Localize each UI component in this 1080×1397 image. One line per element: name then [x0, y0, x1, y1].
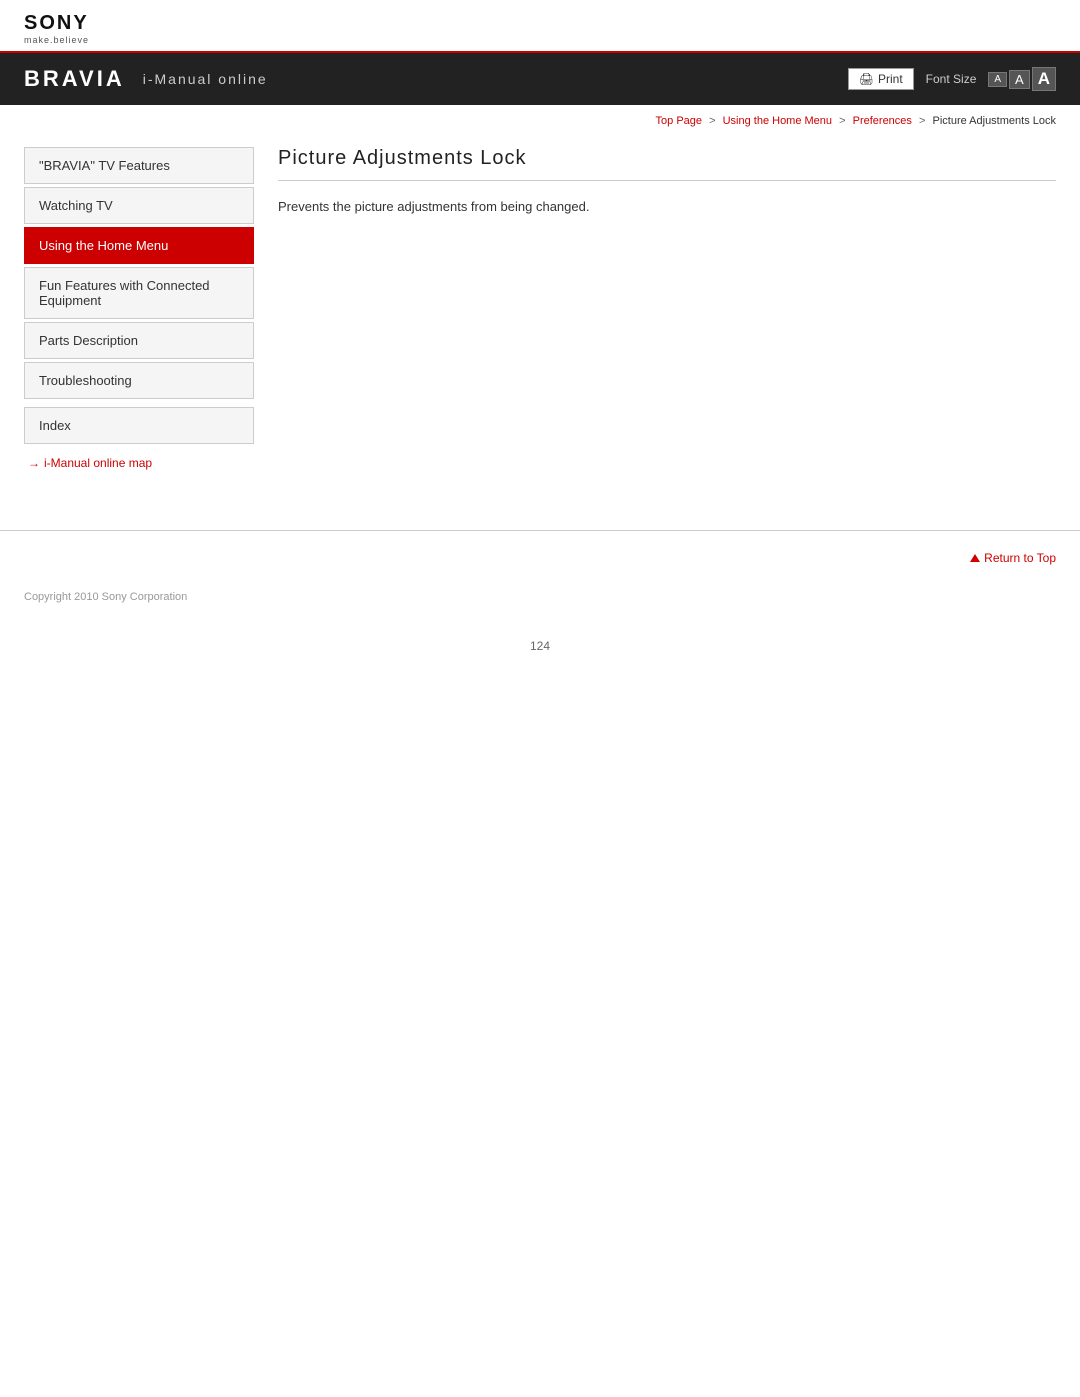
main-layout: "BRAVIA" TV Features Watching TV Using t…: [0, 137, 1080, 470]
content-area: Picture Adjustments Lock Prevents the pi…: [278, 137, 1056, 470]
font-medium-button[interactable]: A: [1009, 70, 1030, 89]
breadcrumb-top-page[interactable]: Top Page: [656, 115, 702, 127]
page-number: 124: [0, 619, 1080, 673]
header-subtitle: i-Manual online: [143, 71, 268, 87]
sidebar-item-troubleshooting[interactable]: Troubleshooting: [24, 362, 254, 399]
imanual-map-link[interactable]: i-Manual online map: [44, 456, 152, 470]
sidebar-item-parts-description[interactable]: Parts Description: [24, 322, 254, 359]
arrow-icon: →: [28, 456, 40, 470]
font-size-controls: A A A: [988, 67, 1056, 91]
font-size-label: Font Size: [926, 72, 977, 86]
triangle-up-icon: [970, 554, 980, 562]
print-label: Print: [878, 72, 903, 86]
sidebar-item-watching-tv[interactable]: Watching TV: [24, 187, 254, 224]
return-to-top-label: Return to Top: [984, 551, 1056, 565]
header-controls: 🖨 Print Font Size A A A: [848, 67, 1056, 91]
bravia-logo: BRAVIA: [24, 66, 125, 92]
font-large-button[interactable]: A: [1032, 67, 1056, 91]
sidebar-item-index[interactable]: Index: [24, 407, 254, 444]
sony-logo: SONY: [24, 12, 1056, 35]
return-to-top-link[interactable]: Return to Top: [970, 551, 1056, 565]
breadcrumb-preferences[interactable]: Preferences: [853, 115, 912, 127]
return-to-top-area: Return to Top: [0, 530, 1080, 575]
sidebar-map-link-area: → i-Manual online map: [24, 456, 254, 470]
footer: Copyright 2010 Sony Corporation: [0, 575, 1080, 619]
sony-logo-area: SONY make.believe: [0, 0, 1080, 53]
breadcrumb-current: Picture Adjustments Lock: [932, 115, 1056, 127]
print-icon: 🖨: [859, 72, 874, 86]
print-button[interactable]: 🖨 Print: [848, 68, 914, 90]
sony-tagline: make.believe: [24, 35, 1056, 45]
sidebar: "BRAVIA" TV Features Watching TV Using t…: [24, 147, 254, 470]
breadcrumb: Top Page > Using the Home Menu > Prefere…: [0, 105, 1080, 137]
sidebar-item-bravia-features[interactable]: "BRAVIA" TV Features: [24, 147, 254, 184]
font-small-button[interactable]: A: [988, 72, 1007, 87]
breadcrumb-home-menu[interactable]: Using the Home Menu: [723, 115, 832, 127]
page-description: Prevents the picture adjustments from be…: [278, 197, 1056, 218]
header-bar: BRAVIA i-Manual online 🖨 Print Font Size…: [0, 53, 1080, 105]
copyright-text: Copyright 2010 Sony Corporation: [24, 591, 187, 603]
page-title: Picture Adjustments Lock: [278, 147, 1056, 181]
sidebar-item-fun-features[interactable]: Fun Features with Connected Equipment: [24, 267, 254, 319]
sidebar-item-home-menu[interactable]: Using the Home Menu: [24, 227, 254, 264]
